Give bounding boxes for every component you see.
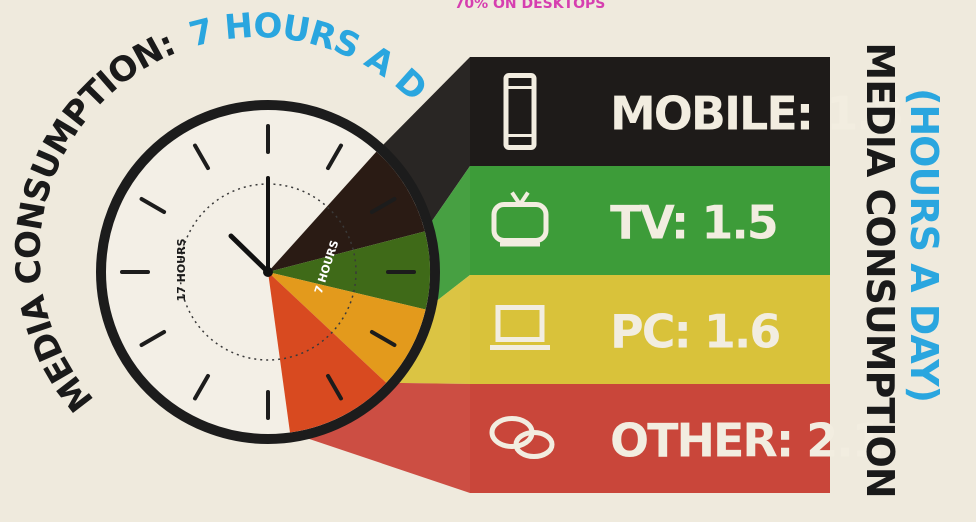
chart-title-emphasis: 7 HOURS A DAY — [0, 0, 434, 109]
clock-label-17-hours: 17 HOURS — [175, 238, 188, 301]
bars-layer: MOBILE: 1.8 TV: 1.5 PC: 1.6 OTHER: 2.1 — [470, 57, 904, 493]
infographic: MOBILE: 1.8 TV: 1.5 PC: 1.6 OTHER: 2.1 17 H… — [0, 0, 976, 518]
bar-label-pc: PC: 1.6 — [610, 305, 779, 359]
clock: 17 HOURS 7 HOURS — [96, 100, 440, 444]
clock-center-pin — [263, 267, 273, 277]
top-cut-caption: 70% ON DESKTOPS — [455, 0, 606, 12]
side-title: MEDIA CONSUMPTION (HOURS A DAY) — [858, 42, 946, 497]
side-title-line2: (HOURS A DAY) — [902, 88, 946, 402]
bar-label-other: OTHER: 2.1 — [610, 414, 882, 468]
bar-label-mobile: MOBILE: 1.8 — [610, 87, 902, 141]
bar-label-tv: TV: 1.5 — [610, 196, 777, 250]
media-consumption-chart: MOBILE: 1.8 TV: 1.5 PC: 1.6 OTHER: 2.1 17 H… — [0, 0, 946, 498]
side-title-line1: MEDIA CONSUMPTION — [858, 42, 902, 497]
